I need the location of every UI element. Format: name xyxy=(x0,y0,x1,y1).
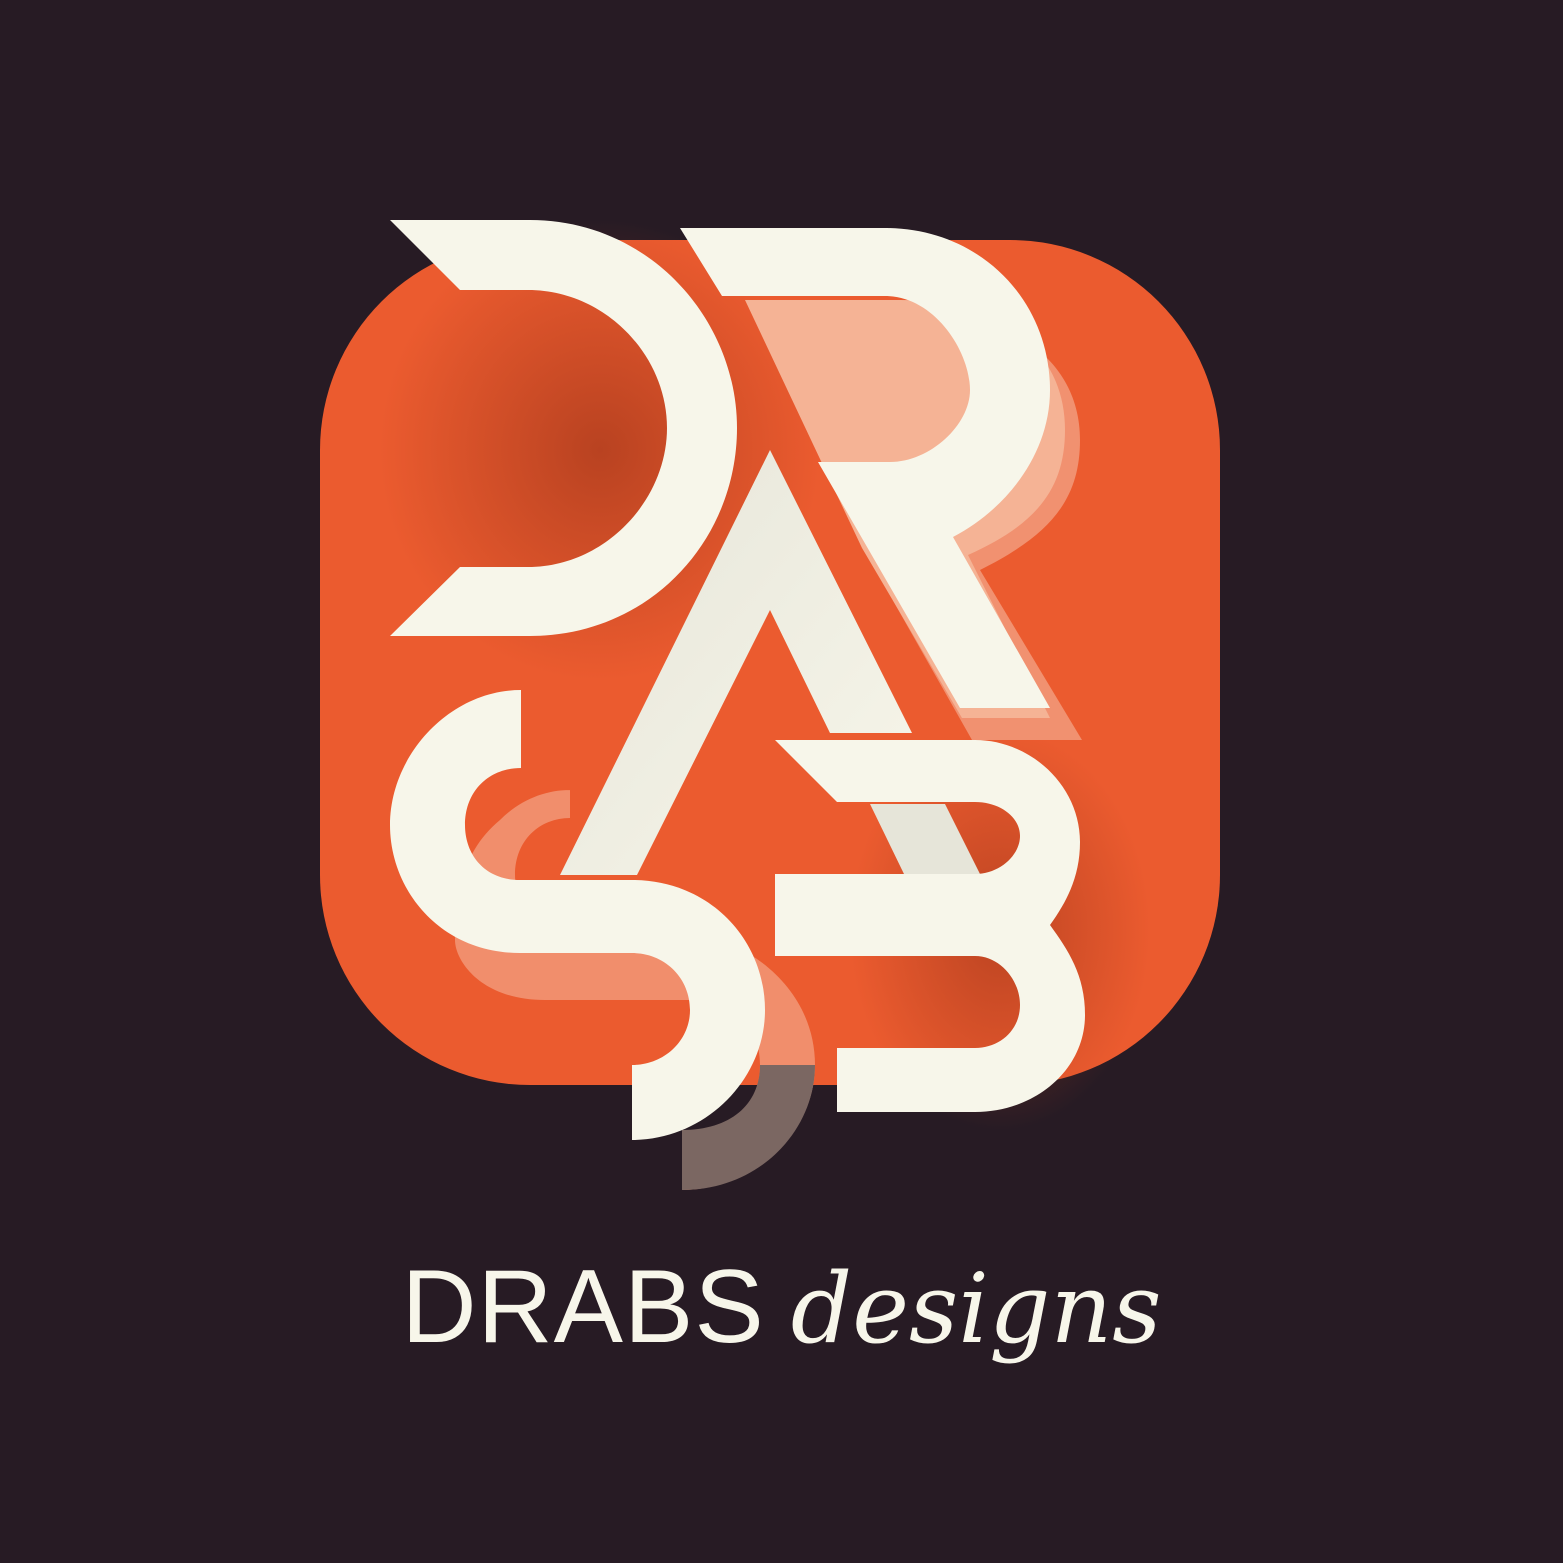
brand-wordmark: DRABS designs xyxy=(0,1255,1563,1395)
brand-name-primary: DRABS xyxy=(401,1249,765,1365)
logo-canvas: DRABS designs xyxy=(0,0,1563,1563)
brand-name-secondary: designs xyxy=(790,1253,1162,1365)
